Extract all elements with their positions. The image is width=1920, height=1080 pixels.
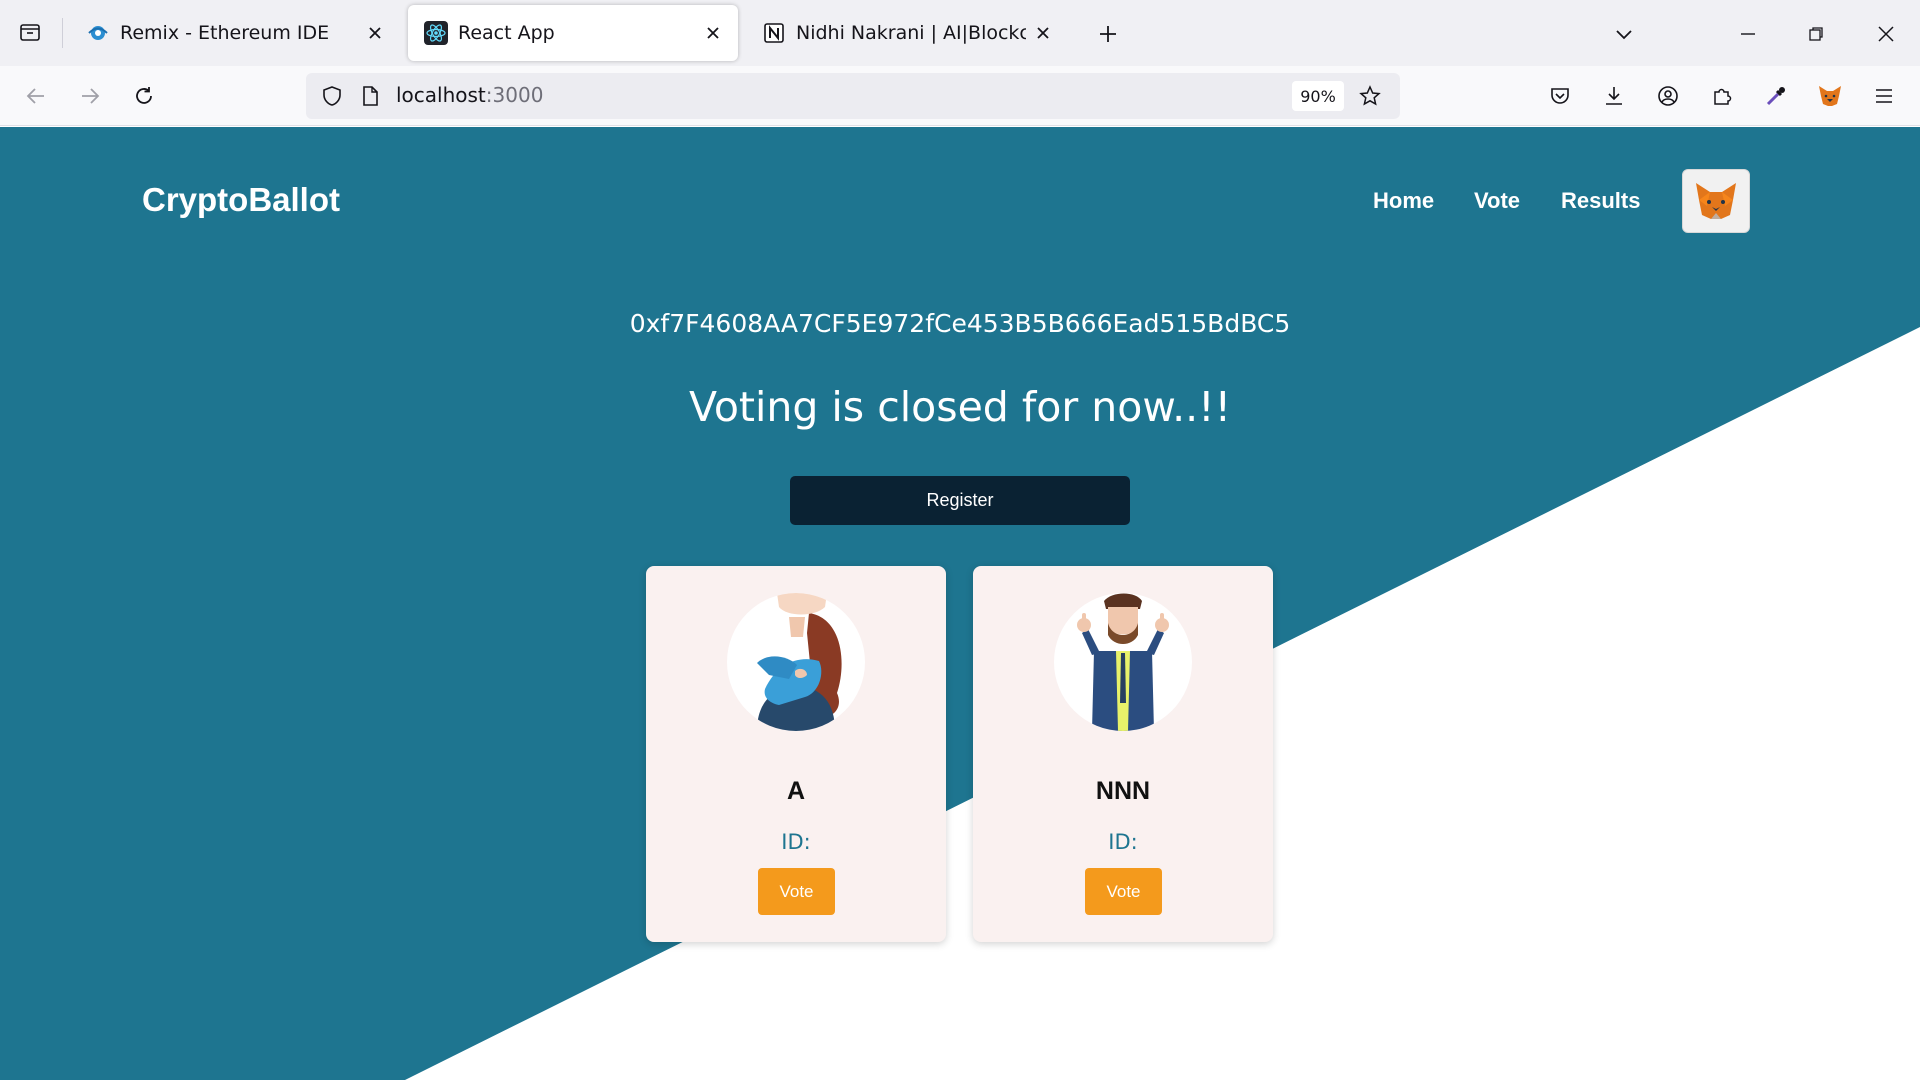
new-tab-icon[interactable] xyxy=(1090,16,1126,52)
forward-arrow-icon[interactable] xyxy=(72,78,108,114)
chevron-down-icon[interactable] xyxy=(1606,16,1642,52)
back-arrow-icon[interactable] xyxy=(18,78,54,114)
shield-icon[interactable] xyxy=(314,78,350,114)
pocket-icon[interactable] xyxy=(1542,78,1578,114)
page-background xyxy=(0,127,1920,1080)
metamask-fox-icon[interactable] xyxy=(1812,78,1848,114)
url-host: localhost xyxy=(396,83,486,107)
tab-overview-icon[interactable] xyxy=(12,14,48,50)
download-icon[interactable] xyxy=(1596,78,1632,114)
close-icon[interactable] xyxy=(358,16,392,50)
notion-icon xyxy=(762,21,786,45)
browser-tab-bar: Remix - Ethereum IDE React App Nidhi Nak… xyxy=(0,0,1920,66)
vote-button[interactable]: Vote xyxy=(758,868,835,915)
reload-icon[interactable] xyxy=(126,78,162,114)
candidate-id-label: ID: xyxy=(1108,830,1138,854)
candidate-name: A xyxy=(786,777,806,805)
tab-react-app[interactable]: React App xyxy=(408,5,738,61)
extensions-puzzle-icon[interactable] xyxy=(1704,78,1740,114)
nav-vote-link[interactable]: Vote xyxy=(1474,188,1520,214)
close-icon[interactable] xyxy=(696,16,730,50)
browser-nav-bar: localhost:3000 90% xyxy=(0,66,1920,126)
candidate-card: NNN ID: Vote xyxy=(973,566,1273,942)
menu-hamburger-icon[interactable] xyxy=(1866,78,1902,114)
page-icon[interactable] xyxy=(352,78,388,114)
bearded-man-thumbs-up-avatar xyxy=(1054,593,1192,731)
close-icon[interactable] xyxy=(1026,16,1060,50)
tab-title: React App xyxy=(458,22,555,44)
account-icon[interactable] xyxy=(1650,78,1686,114)
close-window-icon[interactable] xyxy=(1868,16,1904,52)
zoom-indicator[interactable]: 90% xyxy=(1292,81,1344,111)
eyedropper-icon[interactable] xyxy=(1758,78,1794,114)
nav-results-link[interactable]: Results xyxy=(1561,188,1640,214)
candidate-id-label: ID: xyxy=(781,830,811,854)
react-icon xyxy=(424,21,448,45)
metamask-connect-button[interactable] xyxy=(1682,169,1750,233)
remix-icon xyxy=(86,21,110,45)
register-button[interactable]: Register xyxy=(790,476,1130,525)
tab-nidhi-nakrani[interactable]: Nidhi Nakrani | AI|Blockchain + xyxy=(746,5,1068,61)
voting-status-message: Voting is closed for now..!! xyxy=(688,383,1232,431)
candidate-name: NNN xyxy=(1095,777,1151,805)
metamask-fox-icon xyxy=(1696,183,1736,219)
tab-remix[interactable]: Remix - Ethereum IDE xyxy=(70,5,400,61)
bookmark-star-icon[interactable] xyxy=(1352,78,1388,114)
url-port: :3000 xyxy=(485,83,544,107)
vote-button[interactable]: Vote xyxy=(1085,868,1162,915)
candidate-card: A ID: Vote xyxy=(646,566,946,942)
url-text[interactable]: localhost:3000 xyxy=(396,83,543,107)
account-address: 0xf7F4608AA7CF5E972fCe453B5B666Ead515BdB… xyxy=(629,309,1291,338)
restore-icon[interactable] xyxy=(1798,16,1834,52)
brand-logo[interactable]: CryptoBallot xyxy=(142,181,340,219)
page-content: CryptoBallot Home Vote Results 0xf7F4608… xyxy=(0,127,1920,1080)
minimize-icon[interactable] xyxy=(1730,16,1766,52)
address-bar[interactable]: localhost:3000 90% xyxy=(306,73,1400,119)
tab-title: Nidhi Nakrani | AI|Blockchain + xyxy=(796,22,1026,44)
nav-home-link[interactable]: Home xyxy=(1373,188,1434,214)
woman-arms-crossed-avatar xyxy=(727,593,865,731)
tab-separator xyxy=(62,18,63,48)
tab-title: Remix - Ethereum IDE xyxy=(120,22,330,44)
